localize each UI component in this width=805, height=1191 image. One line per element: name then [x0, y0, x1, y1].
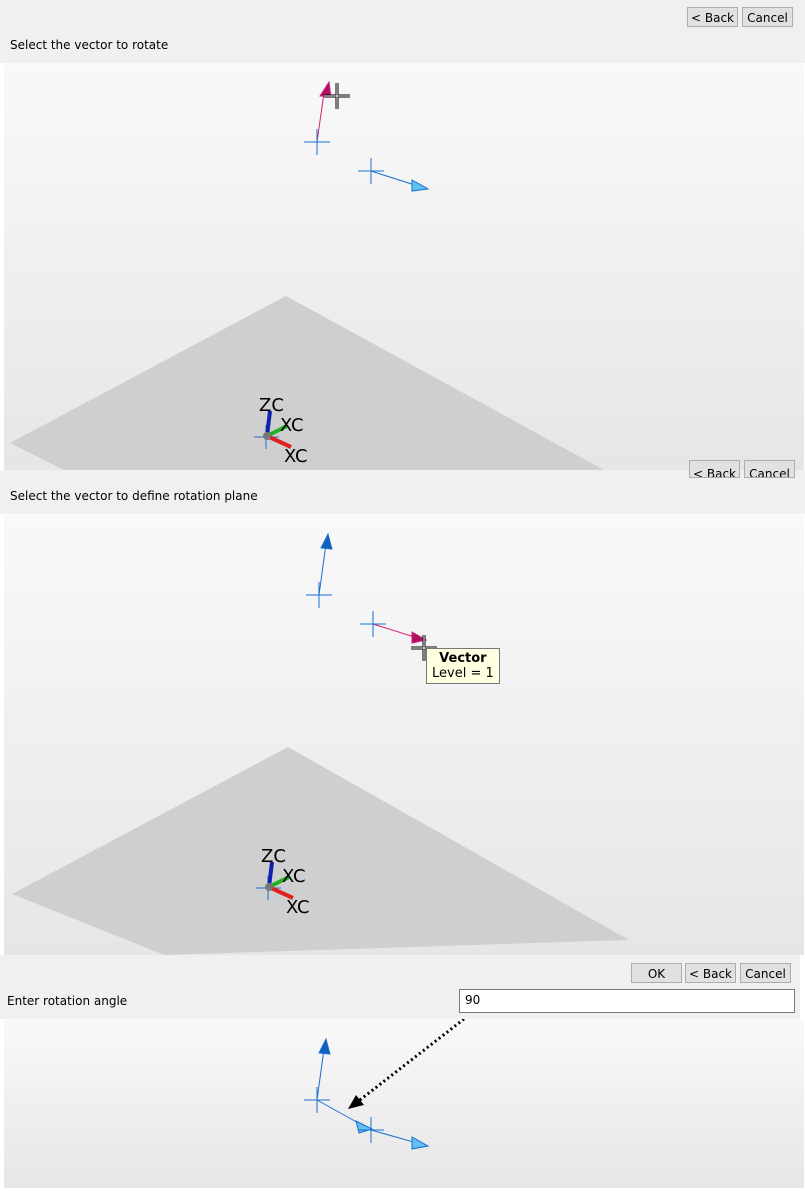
- vector-selected: [316, 80, 332, 143]
- triad-x-label: XC: [286, 897, 310, 918]
- cancel-button[interactable]: Cancel: [742, 7, 793, 27]
- vector-2: [358, 1117, 430, 1150]
- ground-plane: [10, 296, 604, 470]
- cancel-button[interactable]: Cancel: [740, 963, 791, 983]
- rotation-angle-input[interactable]: 90: [459, 989, 795, 1013]
- rotation-arrow-icon: [348, 1017, 465, 1109]
- cancel-button[interactable]: Cancel: [744, 460, 795, 478]
- ok-button[interactable]: OK: [631, 963, 682, 983]
- origin-cross: [304, 129, 330, 155]
- graphics-viewport-2[interactable]: ZC XC XC: [4, 514, 804, 955]
- ground-plane: [12, 747, 629, 955]
- triad-z-label: ZC: [261, 846, 286, 867]
- vector-highlighted: [372, 623, 428, 644]
- triad-y-label: XC: [280, 415, 304, 436]
- vector-1: [306, 532, 333, 608]
- tooltip-detail: Level = 1: [432, 666, 494, 681]
- back-button[interactable]: < Back: [685, 963, 736, 983]
- vector-1: [304, 1037, 331, 1113]
- step2-prompt: Select the vector to define rotation pla…: [10, 489, 258, 503]
- back-button[interactable]: < Back: [687, 7, 738, 27]
- triad-y-label: XC: [282, 866, 306, 887]
- vector-2: [358, 158, 430, 192]
- back-button[interactable]: < Back: [689, 460, 740, 478]
- graphics-viewport-1[interactable]: ZC XC XC: [4, 63, 804, 470]
- step1-toolbar: [0, 0, 805, 63]
- vector-tooltip: Vector Level = 1: [426, 648, 500, 684]
- step3-prompt: Enter rotation angle: [7, 994, 128, 1008]
- origin-cross: [360, 611, 386, 637]
- tooltip-title: Vector: [439, 651, 487, 666]
- triad-x-label: XC: [284, 446, 308, 467]
- step1-prompt: Select the vector to rotate: [10, 38, 169, 52]
- graphics-viewport-3[interactable]: [4, 1017, 804, 1188]
- triad-z-label: ZC: [259, 395, 284, 416]
